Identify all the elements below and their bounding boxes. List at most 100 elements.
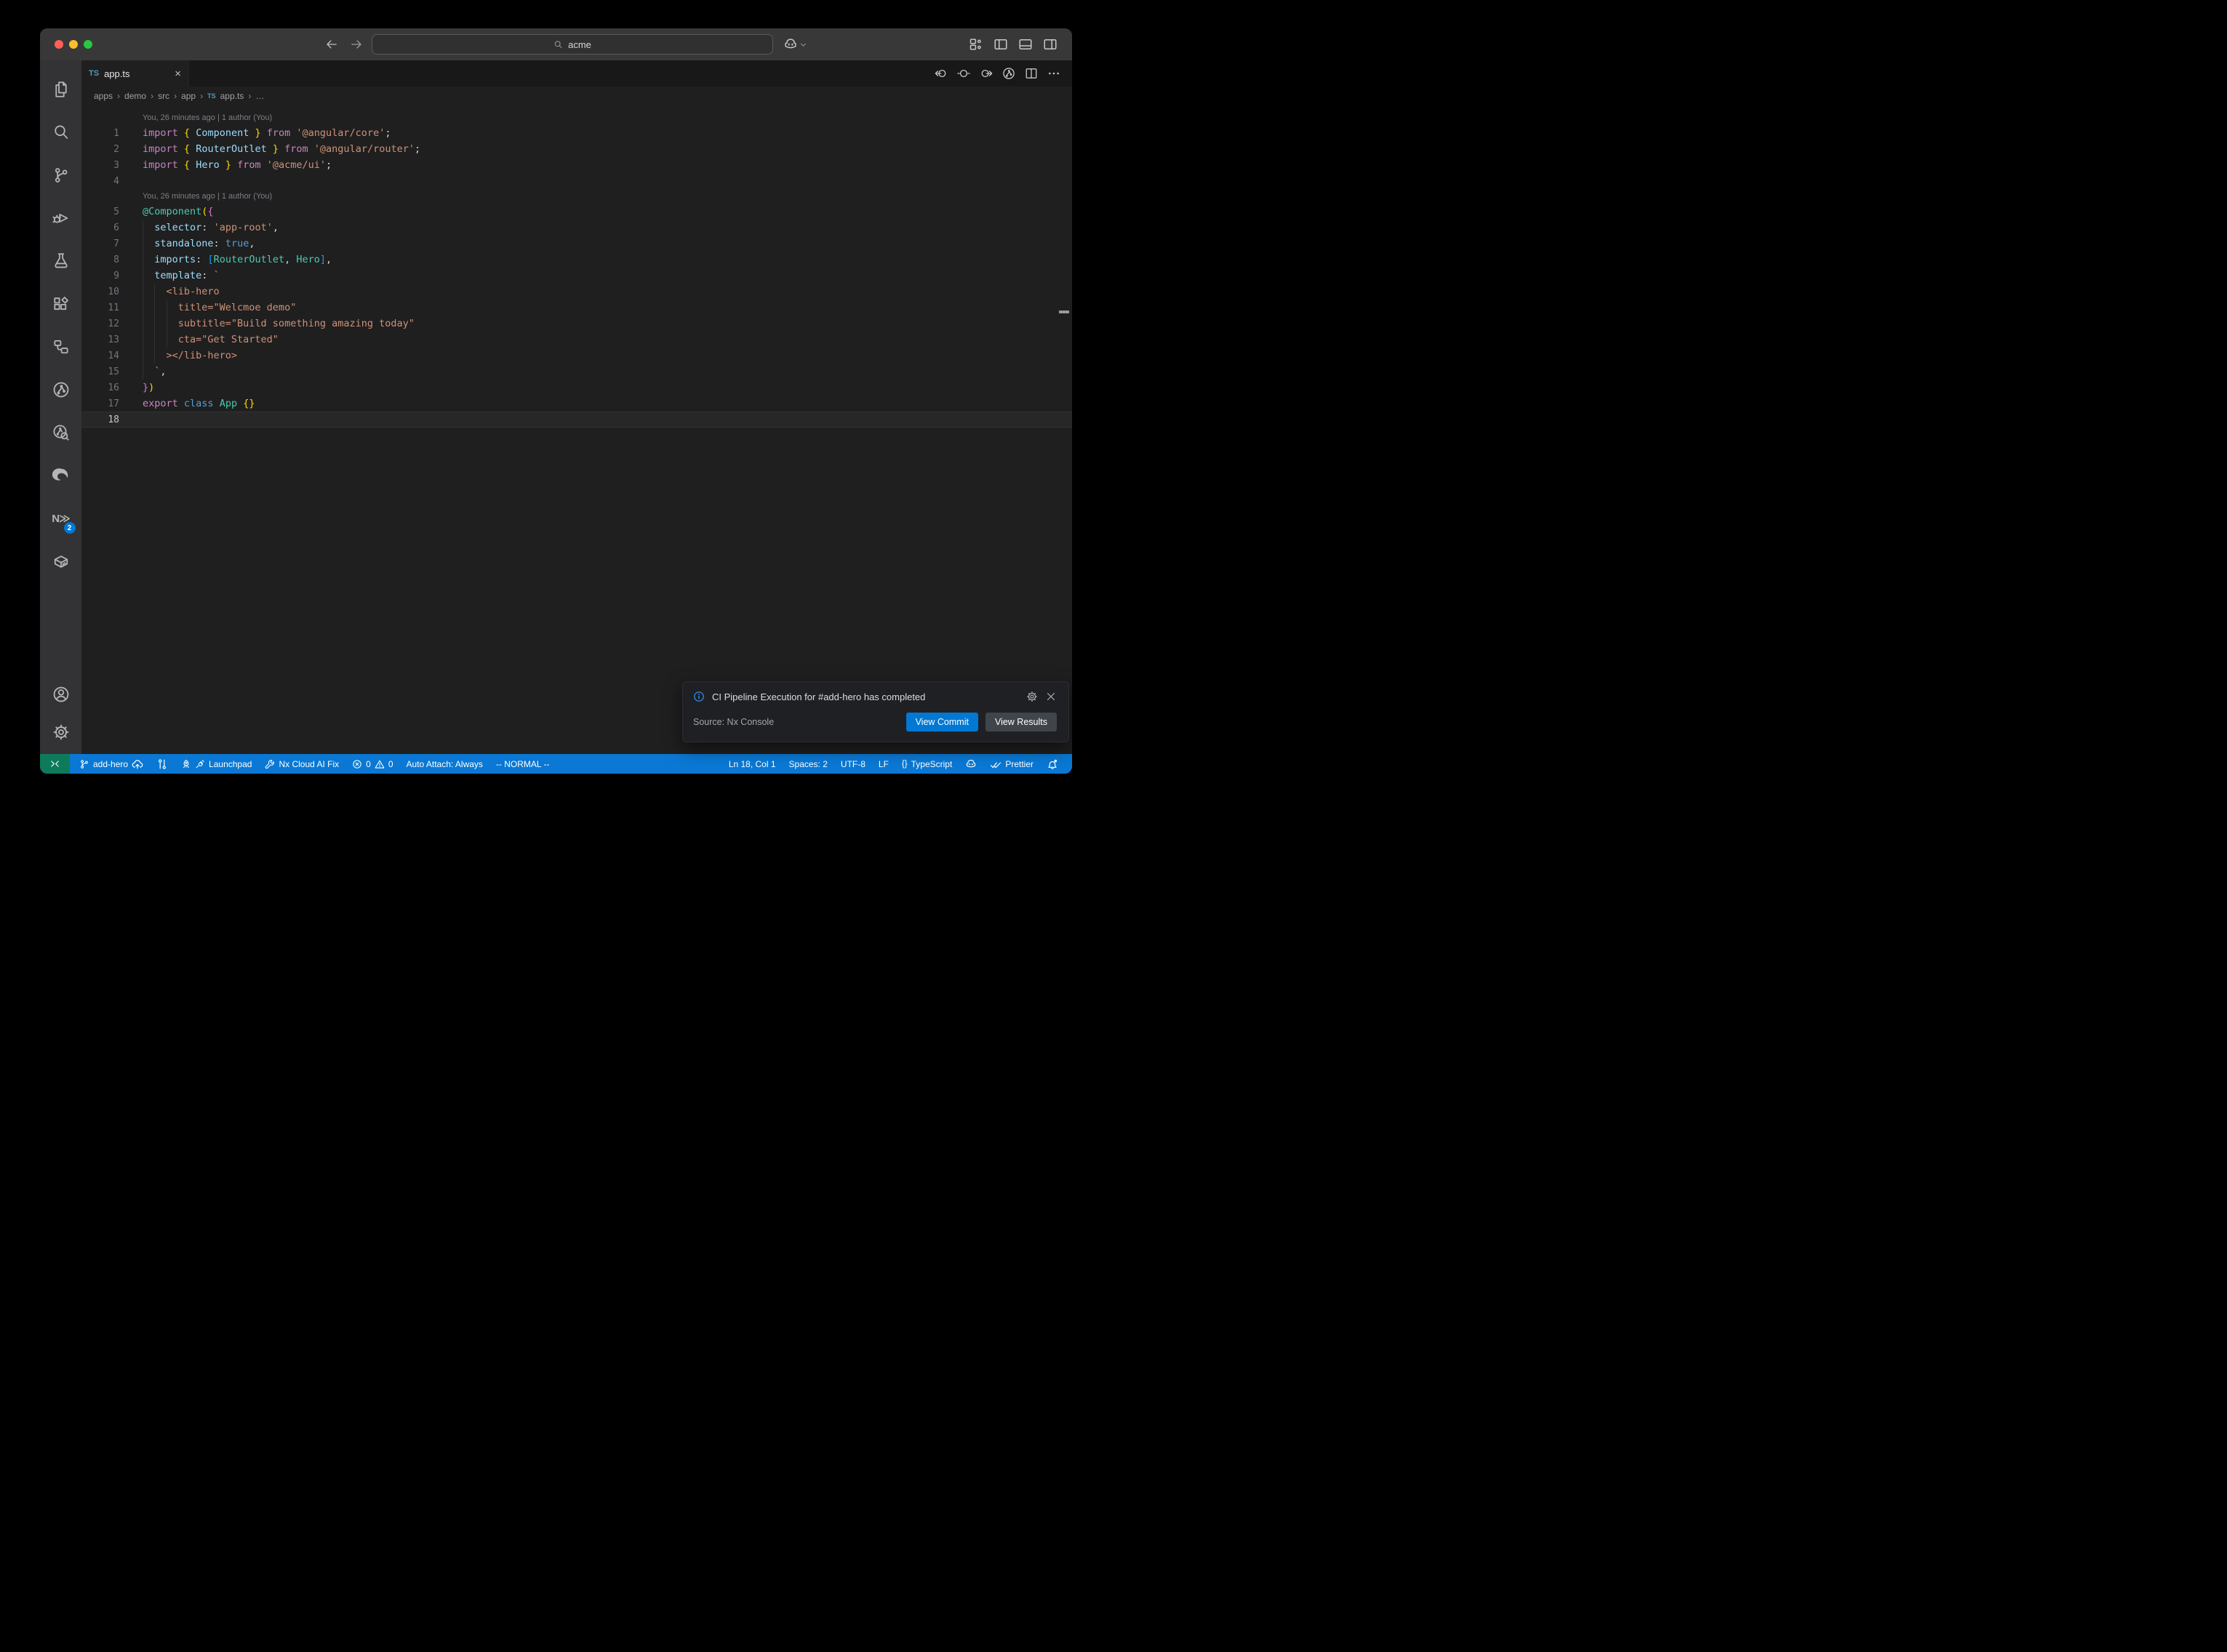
- search-icon: [52, 124, 70, 141]
- status-item-copilot-status[interactable]: [959, 754, 983, 774]
- status-item-nx-cloud-ai-fix[interactable]: Nx Cloud AI Fix: [258, 754, 345, 774]
- breadcrumb-item[interactable]: demo: [124, 91, 146, 101]
- minimize-window-button[interactable]: [69, 40, 78, 49]
- notification-settings-icon[interactable]: [1026, 691, 1038, 702]
- code-line-10: 10 <lib-hero: [81, 284, 1072, 300]
- status-item-label: Prettier: [1005, 759, 1033, 769]
- vscode-window: acme N≫2 TS app.ts × apps›demo›src›app›T…: [40, 28, 1072, 774]
- back-icon[interactable]: [325, 38, 338, 51]
- breadcrumb-item[interactable]: app: [181, 91, 196, 101]
- code-line-1: 1import { Component } from '@angular/cor…: [81, 125, 1072, 141]
- code-text: cta="Get Started": [143, 332, 279, 348]
- code-line-9: 9 template: `: [81, 268, 1072, 284]
- blame-annotation-row: You, 26 minutes ago | 1 author (You): [81, 189, 1072, 204]
- activity-bar-item-gitlens-search[interactable]: [44, 411, 79, 454]
- command-center-search[interactable]: acme: [372, 34, 773, 55]
- status-item-cursor-position[interactable]: Ln 18, Col 1: [722, 754, 783, 774]
- toggle-primary-sidebar-button[interactable]: [993, 37, 1008, 52]
- status-item-auto-attach[interactable]: Auto Attach: Always: [400, 754, 489, 774]
- error-icon: [352, 759, 362, 769]
- status-item-label: UTF-8: [841, 759, 865, 769]
- gitlens-graph-icon[interactable]: [1002, 67, 1015, 80]
- breadcrumb-item[interactable]: …: [255, 91, 264, 101]
- status-item-gitlens-compare[interactable]: [150, 754, 175, 774]
- maximize-window-button[interactable]: [84, 40, 92, 49]
- code-line-8: 8 imports: [RouterOutlet, Hero],: [81, 252, 1072, 268]
- close-tab-icon[interactable]: ×: [175, 68, 181, 79]
- activity-bar-item-search[interactable]: [44, 111, 79, 153]
- branch-icon: [79, 759, 89, 769]
- activity-bar-item-source-control[interactable]: [44, 153, 79, 196]
- more-actions-icon[interactable]: [1047, 67, 1060, 80]
- breadcrumb: apps›demo›src›app›TSapp.ts›…: [81, 87, 1072, 105]
- forward-icon[interactable]: [350, 38, 363, 51]
- remote-icon: [49, 758, 60, 769]
- code-text: imports: [RouterOutlet, Hero],: [143, 252, 332, 268]
- customize-layout-button[interactable]: [969, 37, 983, 52]
- view-commit-button[interactable]: View Commit: [906, 713, 978, 731]
- activity-bar-item-testing[interactable]: [44, 239, 79, 282]
- toggle-secondary-sidebar-button[interactable]: [1043, 37, 1057, 52]
- breadcrumb-separator: ›: [174, 91, 177, 101]
- line-number: 15: [81, 366, 143, 377]
- gitlens-previous-change-icon[interactable]: [935, 67, 948, 80]
- activity-bar-item-edge-tools[interactable]: [44, 454, 79, 497]
- gitlens-changes-icon[interactable]: [957, 67, 970, 80]
- breadcrumb-item[interactable]: src: [158, 91, 169, 101]
- activity-bar-item-nx-console[interactable]: N≫2: [44, 497, 79, 540]
- notification-close-icon[interactable]: [1045, 691, 1057, 702]
- activity-bar-item-extensions[interactable]: [44, 282, 79, 325]
- activity-bar: N≫2: [40, 60, 81, 754]
- gear-icon: [52, 723, 70, 741]
- references-icon: [52, 338, 70, 356]
- code-text: `,: [143, 364, 167, 380]
- activity-bar-item-explorer[interactable]: [44, 68, 79, 111]
- account-icon: [52, 686, 70, 703]
- notification-source: Source: Nx Console: [693, 717, 899, 727]
- status-item-eol[interactable]: LF: [872, 754, 895, 774]
- line-number: 5: [81, 206, 143, 217]
- gitlens-next-change-icon[interactable]: [980, 67, 993, 80]
- code-text: import { Component } from '@angular/core…: [143, 125, 391, 141]
- code-text: subtitle="Build something amazing today": [143, 316, 415, 332]
- activity-bar-item-settings[interactable]: [44, 713, 79, 751]
- line-number: 7: [81, 238, 143, 249]
- breadcrumb-separator: ›: [151, 91, 153, 101]
- bell-dot-icon: [1047, 758, 1058, 770]
- breadcrumb-item[interactable]: app.ts: [220, 91, 244, 101]
- tab-app-ts[interactable]: TS app.ts ×: [81, 60, 189, 87]
- status-item-encoding[interactable]: UTF-8: [834, 754, 872, 774]
- line-number: 13: [81, 334, 143, 345]
- activity-bar-item-run-and-debug[interactable]: [44, 196, 79, 239]
- notification-toast: CI Pipeline Execution for #add-hero has …: [682, 681, 1069, 742]
- activity-bar-item-references[interactable]: [44, 325, 79, 368]
- activity-bar-item-gitlens[interactable]: [44, 368, 79, 411]
- breadcrumb-item[interactable]: apps: [94, 91, 113, 101]
- activity-bar-item-accounts[interactable]: [44, 675, 79, 713]
- beaker-icon: [52, 252, 70, 270]
- edge-icon: [52, 467, 70, 484]
- code-line-13: 13 cta="Get Started": [81, 332, 1072, 348]
- code-line-15: 15 `,: [81, 364, 1072, 380]
- toggle-panel-button[interactable]: [1018, 37, 1033, 52]
- code-line-16: 16}): [81, 380, 1072, 396]
- breadcrumb-separator: ›: [200, 91, 203, 101]
- close-window-button[interactable]: [55, 40, 63, 49]
- status-item-git-branch[interactable]: add-hero: [73, 754, 150, 774]
- status-item-problems[interactable]: 00: [345, 754, 399, 774]
- line-number: 17: [81, 398, 143, 409]
- braces-icon: {}: [902, 760, 908, 769]
- split-editor-icon[interactable]: [1025, 67, 1038, 80]
- remote-indicator[interactable]: [40, 754, 70, 774]
- status-item-indentation[interactable]: Spaces: 2: [783, 754, 834, 774]
- status-item-launchpad[interactable]: Launchpad: [175, 754, 258, 774]
- status-item-prettier[interactable]: Prettier: [983, 754, 1040, 774]
- copilot-menu[interactable]: [783, 37, 807, 52]
- status-item-notifications-bell[interactable]: [1040, 754, 1065, 774]
- code-line-11: 11 title="Welcmoe demo": [81, 300, 1072, 316]
- view-results-button[interactable]: View Results: [985, 713, 1057, 731]
- status-item-language-mode[interactable]: {}TypeScript: [895, 754, 959, 774]
- activity-bar-item-containers[interactable]: [44, 540, 79, 582]
- code-editor[interactable]: You, 26 minutes ago | 1 author (You) 1imp…: [81, 105, 1072, 754]
- status-item-vim-mode[interactable]: -- NORMAL --: [489, 754, 556, 774]
